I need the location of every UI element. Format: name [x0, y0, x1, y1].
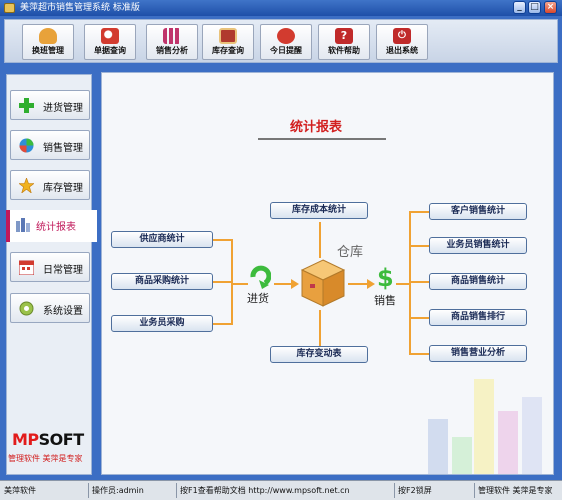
- status-lock: 按F2锁屏: [398, 486, 432, 495]
- sidebar-item-settings[interactable]: 系统设置: [10, 293, 90, 323]
- status-help: 按F1查看帮助文档 http://www.mpsoft.net.cn: [180, 486, 350, 495]
- sidebar-item-sales[interactable]: 销售管理: [10, 130, 90, 160]
- calendar-icon: [18, 260, 35, 276]
- sidebar-item-daily[interactable]: 日常管理: [10, 252, 90, 282]
- title-underline: [258, 138, 386, 140]
- product-purchase-stats-button[interactable]: 商品采购统计: [111, 273, 213, 290]
- document-query-button[interactable]: 单据查询: [84, 24, 136, 60]
- flow-line: [409, 245, 429, 247]
- status-operator: 操作员:admin: [92, 486, 144, 495]
- status-divider: [474, 483, 475, 498]
- product-sales-stats-button[interactable]: 商品销售统计: [429, 273, 527, 290]
- mpsoft-logo: MPSOFT: [12, 430, 84, 449]
- minimize-button[interactable]: _: [513, 1, 526, 14]
- app-icon: [4, 3, 15, 13]
- supplier-stats-button[interactable]: 供应商统计: [111, 231, 213, 248]
- sidebar-slogan: 管理软件 美萍是专家: [8, 454, 83, 463]
- flow-line: [319, 222, 321, 258]
- inventory-cost-stats-button[interactable]: 库存成本统计: [270, 202, 368, 219]
- inventory-change-table-button[interactable]: 库存变动表: [270, 346, 368, 363]
- flow-line: [213, 323, 232, 325]
- flow-line: [213, 239, 232, 241]
- window-title: 美萍超市销售管理系统 标准版: [20, 3, 140, 13]
- software-help-button[interactable]: ? 软件帮助: [318, 24, 370, 60]
- warehouse-label: 仓库: [337, 245, 364, 260]
- dollar-sign-icon: $: [377, 264, 394, 290]
- alarm-clock-icon: [277, 28, 295, 44]
- plus-icon: [19, 98, 34, 113]
- decorative-bar-chart: [428, 379, 542, 474]
- purchase-label: 进货: [247, 292, 269, 305]
- flow-line: [231, 239, 233, 325]
- status-divider: [176, 483, 177, 498]
- sidebar-item-inventory[interactable]: 库存管理: [10, 170, 90, 200]
- flow-line: [409, 281, 429, 283]
- sales-revenue-analysis-button[interactable]: 销售营业分析: [429, 345, 527, 362]
- flow-line: [409, 353, 429, 355]
- gear-icon: [19, 301, 34, 316]
- status-divider: [88, 483, 89, 498]
- sales-label: 销售: [374, 294, 396, 307]
- flow-line: [409, 211, 411, 355]
- warehouse-box-icon: [300, 259, 346, 307]
- today-reminder-button[interactable]: 今日提醒: [260, 24, 312, 60]
- boxes-icon: [219, 28, 237, 44]
- report-title: 统计报表: [290, 120, 343, 135]
- flow-line: [213, 281, 232, 283]
- sales-analysis-button[interactable]: 销售分析: [146, 24, 198, 60]
- toolbar: 换班管理 单据查询 销售分析 库存查询 今日提醒 ? 软件帮助 ⏻ 退出系统: [0, 16, 562, 66]
- flow-line: [319, 310, 321, 346]
- status-company: 美萍软件: [4, 486, 36, 495]
- customer-sales-stats-button[interactable]: 客户销售统计: [429, 203, 527, 220]
- magnifier-icon: [101, 28, 119, 44]
- clerk-sales-stats-button[interactable]: 业务员销售统计: [429, 237, 527, 254]
- maximize-button[interactable]: □: [528, 1, 541, 14]
- exit-system-button[interactable]: ⏻ 退出系统: [376, 24, 428, 60]
- sidebar-item-purchase[interactable]: 进货管理: [10, 90, 90, 120]
- window-title-bar: 美萍超市销售管理系统 标准版 _ □ ×: [0, 0, 562, 16]
- shift-management-button[interactable]: 换班管理: [22, 24, 74, 60]
- flow-line: [396, 283, 410, 285]
- product-sales-ranking-button[interactable]: 商品销售排行: [429, 309, 527, 326]
- recycle-arrow-icon: [250, 265, 271, 289]
- star-icon: [18, 177, 35, 194]
- flow-line: [409, 211, 429, 213]
- sidebar-item-reports[interactable]: 统计报表: [6, 210, 98, 242]
- inventory-query-button[interactable]: 库存查询: [202, 24, 254, 60]
- arrow-right-icon: [291, 279, 299, 289]
- bar-chart-icon: [16, 217, 31, 232]
- help-icon: ?: [335, 28, 353, 44]
- flow-line: [409, 317, 429, 319]
- globe-icon: [19, 138, 34, 153]
- status-divider: [394, 483, 395, 498]
- user-icon: [39, 28, 57, 44]
- status-slogan: 管理软件 美萍是专家: [478, 486, 553, 495]
- flow-line: [232, 283, 248, 285]
- power-icon: ⏻: [393, 28, 411, 44]
- status-bar: 美萍软件 操作员:admin 按F1查看帮助文档 http://www.mpso…: [0, 480, 562, 500]
- bar-chart-icon: [163, 28, 181, 44]
- clerk-purchase-button[interactable]: 业务员采购: [111, 315, 213, 332]
- svg-text:$: $: [377, 264, 394, 290]
- close-button[interactable]: ×: [544, 1, 557, 14]
